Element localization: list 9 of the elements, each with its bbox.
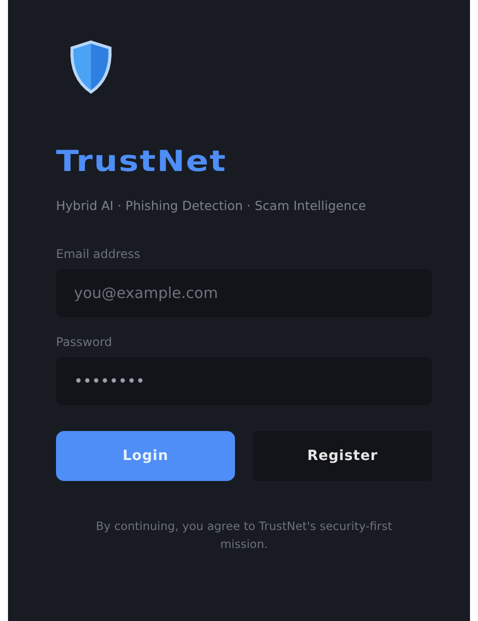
input-field[interactable]: •••••••• — [56, 357, 432, 405]
app-title: TrustNet — [56, 144, 227, 178]
shield-icon — [68, 40, 114, 94]
field-label: Password — [56, 335, 114, 349]
tagline: Hybrid AI · Phishing Detection · Scam Intelligence — [56, 198, 368, 213]
footer-note: By continuing, you agree to TrustNet's security-first mission. — [94, 518, 394, 554]
register-button[interactable]: Register — [253, 431, 432, 481]
input-field[interactable]: you@example.com — [56, 269, 432, 317]
field-label: Email address — [56, 247, 142, 261]
